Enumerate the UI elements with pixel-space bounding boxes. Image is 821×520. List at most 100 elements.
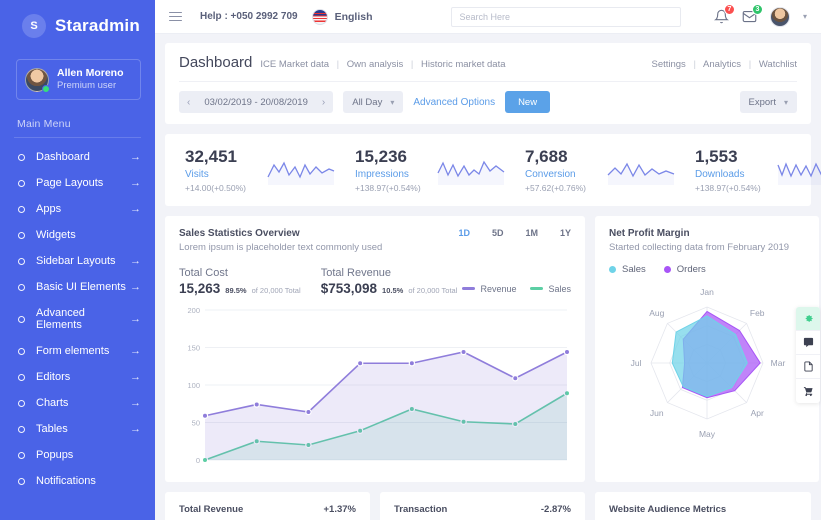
breadcrumb-item[interactable]: Historic market data bbox=[421, 59, 505, 70]
sales-card-header: Sales Statistics Overview Lorem ipsum is… bbox=[179, 228, 571, 253]
tab-1d[interactable]: 1D bbox=[458, 228, 470, 238]
rail-file-button[interactable] bbox=[796, 355, 820, 379]
floating-action-rail bbox=[796, 307, 820, 403]
sidebar-item-dashboard[interactable]: Dashboard → bbox=[0, 144, 155, 170]
main-area: Help : +050 2992 709 English 7 3 bbox=[155, 0, 821, 520]
svg-text:Feb: Feb bbox=[750, 307, 765, 317]
period-select-value: All Day bbox=[352, 96, 383, 108]
breadcrumb-separator: | bbox=[336, 59, 340, 70]
sparkline-chart bbox=[777, 161, 821, 185]
search-input[interactable] bbox=[459, 11, 672, 22]
chevron-down-icon[interactable]: ▾ bbox=[803, 12, 807, 21]
circle-icon bbox=[18, 179, 25, 187]
sidebar-item-sidebar-layouts[interactable]: Sidebar Layouts → bbox=[0, 248, 155, 274]
sidebar-item-popups[interactable]: Popups bbox=[0, 442, 155, 468]
sidebar-item-label: Page Layouts bbox=[36, 177, 104, 189]
sidebar-item-advanced-elements[interactable]: Advanced Elements → bbox=[0, 300, 155, 338]
svg-text:0: 0 bbox=[196, 456, 200, 465]
tab-1y[interactable]: 1Y bbox=[560, 228, 571, 238]
chevron-left-icon[interactable]: ‹ bbox=[187, 97, 190, 108]
circle-icon bbox=[18, 153, 25, 161]
user-avatar[interactable] bbox=[769, 6, 790, 27]
stat-label: Conversion bbox=[525, 168, 576, 180]
card-delta: -2.87% bbox=[540, 503, 571, 515]
new-button[interactable]: New bbox=[505, 91, 551, 113]
sidebar-item-basic-ui-elements[interactable]: Basic UI Elements → bbox=[0, 274, 155, 300]
link-separator: | bbox=[693, 59, 696, 70]
link-separator: | bbox=[748, 59, 752, 70]
circle-icon bbox=[18, 399, 25, 407]
rail-settings-button[interactable] bbox=[796, 307, 820, 331]
stat-texts: 7,688 Conversion +57.62(+0.76%) bbox=[525, 147, 601, 193]
sidebar-item-notifications[interactable]: Notifications bbox=[0, 468, 155, 494]
sidebar-item-label: Tables bbox=[36, 423, 68, 435]
legend-dot bbox=[609, 265, 616, 273]
breadcrumb-separator: | bbox=[410, 59, 414, 70]
svg-text:200: 200 bbox=[187, 306, 200, 315]
sidebar-item-label: Notifications bbox=[36, 475, 96, 487]
messages-button[interactable]: 3 bbox=[742, 3, 763, 25]
svg-text:100: 100 bbox=[187, 381, 200, 390]
sidebar-item-tables[interactable]: Tables → bbox=[0, 416, 155, 442]
flag-us-icon bbox=[311, 8, 328, 25]
link-watchlist[interactable]: Watchlist bbox=[759, 59, 797, 70]
arrow-right-icon: → bbox=[130, 203, 141, 215]
language-selector[interactable]: English bbox=[335, 11, 373, 23]
arrow-right-icon: → bbox=[130, 255, 141, 267]
total-cost-label: Total Cost bbox=[179, 266, 228, 279]
sidebar-item-editors[interactable]: Editors → bbox=[0, 364, 155, 390]
sidebar-item-widgets[interactable]: Widgets bbox=[0, 222, 155, 248]
arrow-right-icon: → bbox=[130, 313, 141, 325]
advanced-options-link[interactable]: Advanced Options bbox=[413, 97, 495, 108]
breadcrumb-item[interactable]: Own analysis bbox=[347, 59, 404, 70]
menu-toggle-icon[interactable] bbox=[169, 11, 182, 22]
chevron-right-icon[interactable]: › bbox=[322, 97, 325, 108]
stat-label: Downloads bbox=[695, 168, 745, 180]
period-select[interactable]: All Day ▾ bbox=[343, 91, 404, 113]
sales-statistics-card: Sales Statistics Overview Lorem ipsum is… bbox=[165, 215, 585, 482]
brand[interactable]: S Staradmin bbox=[0, 0, 155, 51]
card-subtitle: Lorem ipsum is placeholder text commonly… bbox=[179, 241, 383, 253]
rail-cart-button[interactable] bbox=[796, 379, 820, 403]
notifications-button[interactable]: 7 bbox=[714, 3, 735, 25]
total-cost-block: Total Cost 15,263 89.5% of 20,000 Total bbox=[179, 267, 321, 296]
date-range-value: 03/02/2019 - 20/08/2019 bbox=[204, 96, 308, 108]
sidebar-item-label: Charts bbox=[36, 397, 69, 409]
date-range-picker[interactable]: ‹ 03/02/2019 - 20/08/2019 › bbox=[179, 91, 334, 113]
sales-area-chart: 0 50 100 150 200 bbox=[179, 302, 571, 474]
link-analytics[interactable]: Analytics bbox=[703, 59, 741, 70]
link-settings[interactable]: Settings bbox=[651, 59, 685, 70]
arrow-right-icon: → bbox=[130, 397, 141, 409]
tab-1m[interactable]: 1M bbox=[525, 228, 538, 238]
legend-swatch bbox=[462, 287, 476, 290]
sidebar-profile[interactable]: Allen Moreno Premium user bbox=[16, 59, 141, 100]
net-profit-margin-card: Net Profit Margin Started collecting dat… bbox=[595, 215, 819, 482]
sidebar-item-label: Basic UI Elements bbox=[36, 281, 126, 293]
chevron-down-icon: ▾ bbox=[783, 97, 788, 107]
sidebar-item-apps[interactable]: Apps → bbox=[0, 196, 155, 222]
legend-label: Orders bbox=[676, 263, 706, 275]
chevron-down-icon: ▾ bbox=[390, 97, 395, 107]
tab-5d[interactable]: 5D bbox=[492, 228, 504, 238]
svg-text:Apr: Apr bbox=[751, 408, 764, 418]
app-root: S Staradmin Allen Moreno Premium user Ma… bbox=[0, 0, 821, 520]
sidebar-item-form-elements[interactable]: Form elements → bbox=[0, 338, 155, 364]
breadcrumb-item[interactable]: ICE Market data bbox=[260, 59, 329, 70]
circle-icon bbox=[18, 257, 25, 265]
stat-downloads: 1,553 Downloads +138.97(+0.54%) bbox=[675, 147, 821, 193]
total-cost-of: of 20,000 Total bbox=[251, 285, 301, 295]
sidebar-item-charts[interactable]: Charts → bbox=[0, 390, 155, 416]
legend-label: Revenue bbox=[480, 283, 517, 294]
rail-chat-button[interactable] bbox=[796, 331, 820, 355]
search-box[interactable] bbox=[450, 6, 681, 27]
sidebar-item-label: Dashboard bbox=[36, 151, 90, 163]
arrow-right-icon: → bbox=[130, 423, 141, 435]
stat-value: 32,451 bbox=[185, 147, 237, 166]
brand-logo-icon: S bbox=[22, 14, 46, 38]
sidebar-item-page-layouts[interactable]: Page Layouts → bbox=[0, 170, 155, 196]
export-button[interactable]: Export ▾ bbox=[739, 91, 797, 113]
cart-icon bbox=[803, 386, 813, 396]
legend-revenue: Revenue bbox=[462, 284, 516, 294]
total-revenue-card: Total Revenue +1.37% bbox=[165, 491, 370, 520]
circle-icon bbox=[18, 315, 25, 323]
